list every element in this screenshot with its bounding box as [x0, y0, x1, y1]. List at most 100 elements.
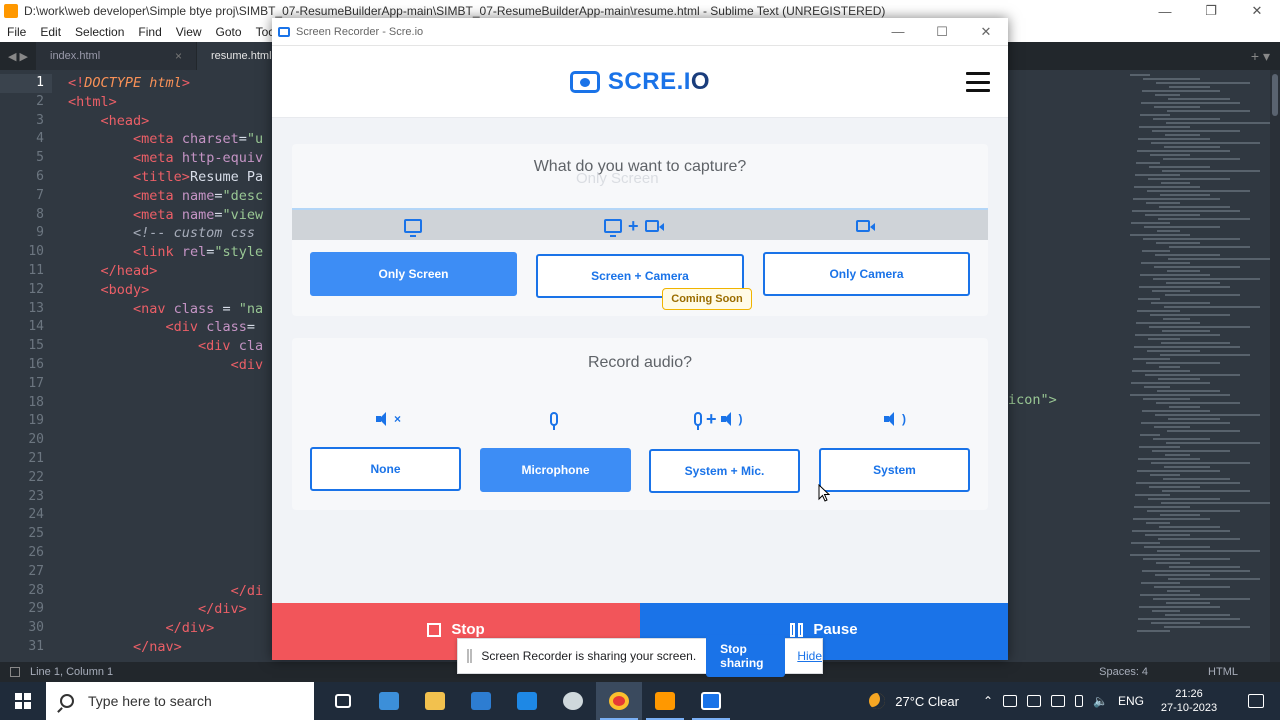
scre-io-logo[interactable]: SCRE.IO	[569, 68, 710, 96]
editor-scrollbar[interactable]	[1270, 70, 1280, 662]
audio-microphone-button[interactable]: Microphone	[480, 448, 631, 492]
minimize-button[interactable]: —	[876, 24, 920, 39]
minimap-line	[1140, 274, 1210, 276]
code-fragment: icon">	[1008, 392, 1057, 408]
maximize-button[interactable]: ☐	[920, 24, 964, 40]
minimap-line	[1160, 194, 1210, 196]
minimap[interactable]	[1130, 74, 1270, 654]
minimap-line	[1157, 390, 1220, 392]
usb-icon[interactable]	[1051, 695, 1066, 707]
minimap-line	[1130, 234, 1190, 236]
taskbar-clock[interactable]: 21:26 27-10-2023	[1154, 687, 1224, 715]
taskbar-apps	[320, 682, 734, 720]
chrome-icon[interactable]	[596, 682, 642, 720]
taskbar-search-box[interactable]: Type here to search	[46, 682, 314, 720]
battery-icon[interactable]	[1027, 695, 1042, 707]
tab-index-html[interactable]: index.html ×	[36, 42, 196, 70]
task-view-icon[interactable]	[320, 682, 366, 720]
only-screen-button[interactable]: Only Screen	[310, 252, 517, 296]
menu-view[interactable]: View	[169, 25, 209, 39]
minimap-line	[1140, 434, 1160, 436]
mute-icon: ×	[376, 408, 401, 430]
code-line: </div>	[198, 601, 247, 618]
weather-text[interactable]: 27°C Clear	[895, 694, 959, 709]
close-button[interactable]: ✕	[964, 24, 1008, 40]
mic-icon	[694, 412, 702, 430]
microphone-tray-icon[interactable]	[1075, 695, 1084, 707]
mail-icon[interactable]	[504, 682, 550, 720]
audio-system-button[interactable]: System	[819, 448, 970, 492]
hamburger-menu-icon[interactable]	[966, 72, 990, 92]
menu-file[interactable]: File	[0, 25, 33, 39]
record-icon	[569, 70, 600, 93]
minimap-line	[1141, 582, 1180, 584]
folder-icon[interactable]	[412, 682, 458, 720]
minimap-line	[1151, 302, 1210, 304]
settings-icon[interactable]	[550, 682, 596, 720]
minimap-line	[1163, 318, 1190, 320]
stop-sharing-button[interactable]: Stop sharing	[706, 635, 786, 677]
minimap-line	[1162, 330, 1210, 332]
drag-handle-icon[interactable]	[467, 649, 473, 663]
minimap-line	[1138, 138, 1210, 140]
sublime-text-icon[interactable]	[642, 682, 688, 720]
indentation-setting[interactable]: Spaces: 4	[1099, 666, 1148, 678]
code-line: <nav class = "na	[133, 300, 264, 317]
notification-center-icon[interactable]	[1248, 694, 1264, 708]
audio-system-mic-button[interactable]: System + Mic.	[649, 449, 800, 493]
start-button[interactable]	[0, 682, 46, 720]
menu-selection[interactable]: Selection	[68, 25, 131, 39]
minimap-line	[1165, 134, 1200, 136]
logo-text: SCRE.IO	[608, 68, 710, 96]
scrollbar-thumb[interactable]	[1272, 74, 1278, 116]
syntax-setting[interactable]: HTML	[1208, 666, 1238, 678]
mic-icon	[550, 412, 558, 430]
menu-goto[interactable]: Goto	[209, 25, 249, 39]
code-line: <meta http-equiv	[133, 150, 264, 167]
search-icon	[60, 694, 74, 708]
code-line: </di	[230, 582, 264, 599]
minimap-line	[1152, 610, 1180, 612]
minimap-line	[1132, 370, 1190, 372]
close-button[interactable]: ✕	[1234, 0, 1280, 22]
minimap-line	[1161, 342, 1230, 344]
tab-nav-arrows[interactable]: ◀ ▶	[0, 50, 36, 63]
menu-find[interactable]: Find	[131, 25, 168, 39]
screen-recorder-icon[interactable]	[688, 682, 734, 720]
volume-icon[interactable]: 🔈	[1093, 694, 1108, 708]
minimize-button[interactable]: —	[1142, 0, 1188, 22]
menu-edit[interactable]: Edit	[33, 25, 68, 39]
restore-button[interactable]: ❐	[1188, 0, 1234, 22]
code-string: icon">	[1008, 392, 1057, 408]
minimap-line	[1139, 286, 1230, 288]
new-tab-icon[interactable]: + ▾	[1251, 48, 1280, 65]
audio-none-button[interactable]: None	[310, 447, 461, 491]
close-icon[interactable]: ×	[175, 49, 182, 63]
minimap-line	[1136, 482, 1240, 484]
store-icon[interactable]	[458, 682, 504, 720]
network-icon[interactable]	[1003, 695, 1018, 707]
only-camera-button[interactable]: Only Camera	[763, 252, 970, 296]
minimap-line	[1155, 574, 1210, 576]
panel-toggle-icon[interactable]	[10, 667, 20, 677]
monitor-icon	[404, 219, 422, 237]
line-number: 31	[28, 638, 44, 654]
code-line: <link rel="style	[133, 244, 264, 261]
minimap-line	[1136, 162, 1160, 164]
minimap-line	[1150, 314, 1230, 316]
recorder-app-icon	[278, 26, 290, 37]
language-indicator[interactable]: ENG	[1118, 694, 1144, 708]
minimap-line	[1167, 110, 1250, 112]
minimap-line	[1161, 502, 1270, 504]
minimap-line	[1164, 626, 1250, 628]
chevron-up-icon[interactable]: ⌃	[983, 694, 993, 708]
line-number: 20	[28, 432, 44, 448]
minimap-line	[1146, 202, 1180, 204]
search-placeholder: Type here to search	[88, 693, 212, 709]
minimap-line	[1159, 366, 1180, 368]
file-explorer-icon[interactable]	[366, 682, 412, 720]
hide-link[interactable]: Hide	[797, 649, 822, 663]
